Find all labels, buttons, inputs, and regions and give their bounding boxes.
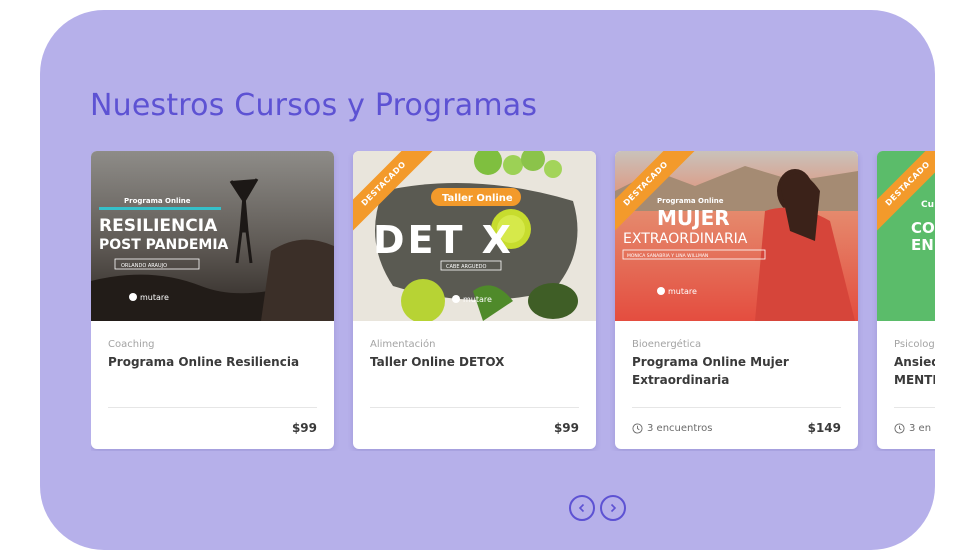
thumb-kicker: Programa Online bbox=[657, 197, 724, 205]
course-price: $99 bbox=[553, 421, 579, 435]
course-category: Coaching bbox=[108, 339, 155, 350]
chevron-left-icon bbox=[578, 503, 585, 513]
courses-panel: Nuestros Cursos y Programas Programa Onl… bbox=[40, 10, 935, 550]
thumb-line2: EXTRAORDINARIA bbox=[623, 231, 748, 247]
course-carousel: Programa Online RESILIENCIA POST PANDEMI… bbox=[91, 151, 935, 451]
thumb-brand: mutare bbox=[140, 293, 169, 302]
carousel-prev-button[interactable] bbox=[569, 495, 595, 521]
carousel-nav bbox=[569, 495, 626, 521]
course-price: $149 bbox=[807, 421, 841, 435]
thumb-author: ORLANDO ARAUJO bbox=[121, 263, 167, 269]
clock-icon bbox=[632, 423, 643, 434]
course-category: Psicolog bbox=[894, 339, 935, 350]
sessions-label: 3 en bbox=[909, 423, 932, 434]
thumb-line1: CO bbox=[911, 219, 935, 237]
chevron-right-icon bbox=[610, 503, 617, 513]
thumb-line1: MUJER bbox=[657, 206, 730, 230]
card-divider bbox=[894, 407, 935, 408]
course-category: Bioenergética bbox=[632, 339, 702, 350]
thumb-brand: mutare bbox=[463, 295, 492, 304]
thumb-line2: EN bbox=[911, 236, 934, 254]
thumb-author: MONICA SANABRIA Y LINA WILLMAN bbox=[627, 253, 708, 259]
course-price: $99 bbox=[291, 421, 317, 435]
thumb-kicker: Cu bbox=[921, 200, 934, 210]
section-title: Nuestros Cursos y Programas bbox=[90, 88, 538, 123]
course-title[interactable]: Programa Online Mujer Extraordinaria bbox=[632, 353, 841, 389]
thumb-line1: DET X bbox=[373, 218, 514, 262]
course-thumbnail: Cu CO EN DESTACADO bbox=[877, 151, 935, 321]
sessions-label: 3 encuentros bbox=[647, 423, 713, 434]
course-title[interactable]: Ansied MENTE bbox=[894, 353, 935, 389]
course-sessions: 3 en bbox=[894, 423, 931, 434]
thumb-author: CABE ARGUEDO bbox=[446, 264, 487, 270]
course-sessions: 3 encuentros bbox=[632, 423, 713, 434]
course-category: Alimentación bbox=[370, 339, 436, 350]
card-divider bbox=[108, 407, 317, 408]
course-card-resiliencia[interactable]: Programa Online RESILIENCIA POST PANDEMI… bbox=[91, 151, 334, 449]
card-divider bbox=[370, 407, 579, 408]
course-card-detox[interactable]: Taller Online DET X CABE ARGUEDO mutare … bbox=[353, 151, 596, 449]
thumb-line1: RESILIENCIA bbox=[99, 216, 218, 236]
course-thumbnail: Taller Online DET X CABE ARGUEDO mutare … bbox=[353, 151, 596, 321]
thumb-brand: mutare bbox=[668, 287, 697, 296]
course-card-mujer[interactable]: Programa Online MUJER EXTRAORDINARIA MON… bbox=[615, 151, 858, 449]
course-card-ansiedad[interactable]: Cu CO EN DESTACADO Psicolog Ansied MENTE… bbox=[877, 151, 935, 449]
course-thumbnail: Programa Online MUJER EXTRAORDINARIA MON… bbox=[615, 151, 858, 321]
clock-icon bbox=[894, 423, 905, 434]
carousel-next-button[interactable] bbox=[600, 495, 626, 521]
course-title[interactable]: Taller Online DETOX bbox=[370, 353, 579, 371]
card-divider bbox=[632, 407, 841, 408]
thumb-line2: POST PANDEMIA bbox=[99, 237, 229, 253]
thumb-kicker: Programa Online bbox=[124, 197, 191, 205]
course-thumbnail: Programa Online RESILIENCIA POST PANDEMI… bbox=[91, 151, 334, 321]
course-title[interactable]: Programa Online Resiliencia bbox=[108, 353, 317, 371]
thumb-kicker: Taller Online bbox=[442, 193, 513, 204]
